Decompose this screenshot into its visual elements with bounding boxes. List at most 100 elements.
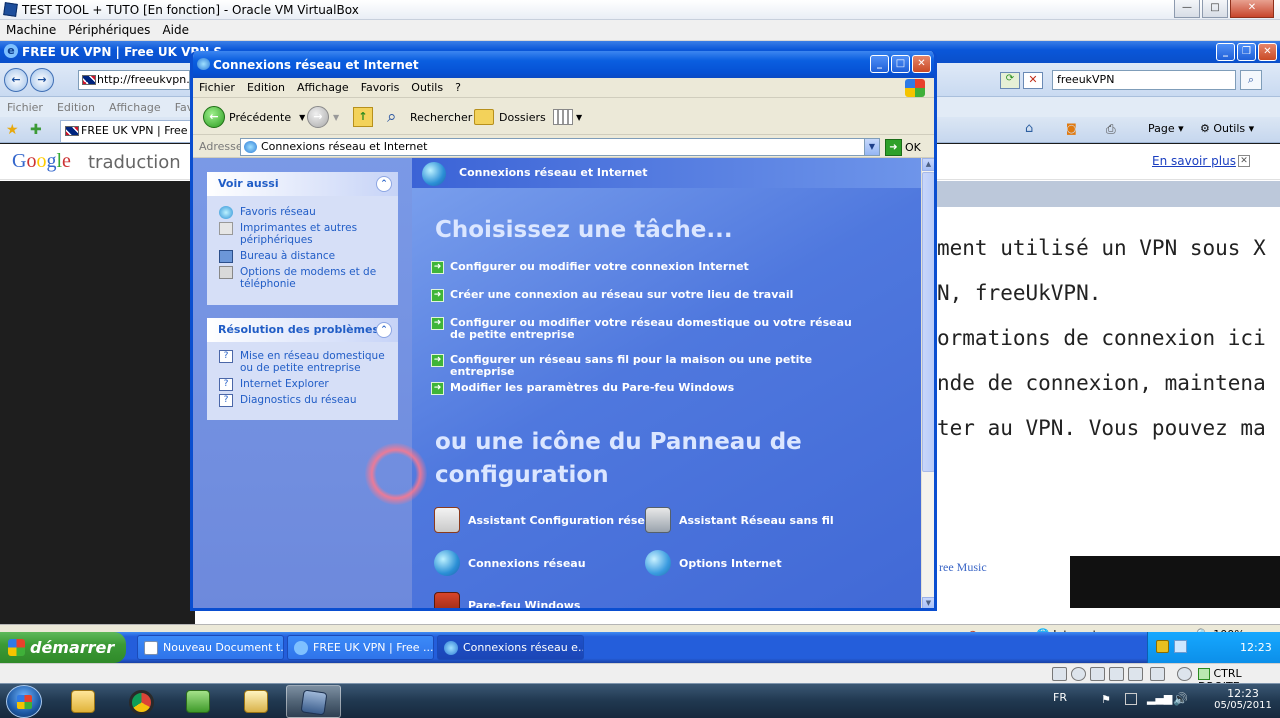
control-panel-icon[interactable]: Assistant Réseau sans fil xyxy=(645,507,834,533)
scroll-thumb[interactable] xyxy=(922,172,934,472)
rss-icon[interactable]: ◙ xyxy=(1066,122,1077,135)
explorer-menu-aide[interactable]: ? xyxy=(449,81,467,94)
control-panel-icon[interactable]: Assistant Configuration réseau xyxy=(434,507,660,533)
hard-disk-icon[interactable] xyxy=(1052,667,1067,681)
print-icon[interactable]: ⎙ xyxy=(1106,122,1116,137)
win7-app-network[interactable] xyxy=(171,685,226,718)
go-button[interactable]: ➜ OK xyxy=(885,138,921,156)
task-link[interactable]: ➜ Configurer ou modifier votre réseau do… xyxy=(431,317,861,341)
favorites-star-icon[interactable]: ★ xyxy=(6,122,19,138)
search-button[interactable]: ⌕ Rechercher xyxy=(387,105,472,129)
cd-drive-icon[interactable] xyxy=(1071,667,1086,681)
ie-minimize-button[interactable]: _ xyxy=(1216,43,1235,61)
troubleshoot-item[interactable]: ? Mise en réseau domestique ou de petite… xyxy=(207,350,398,374)
ie-back-icon[interactable]: ← xyxy=(4,68,28,92)
collapse-chevron-icon[interactable]: ⌃ xyxy=(376,176,392,192)
stop-icon[interactable]: ✕ xyxy=(1023,72,1043,89)
display-icon[interactable] xyxy=(1150,667,1165,681)
explorer-scrollbar[interactable]: ▲ ▼ xyxy=(921,158,934,608)
task-link[interactable]: ➜ Configurer un réseau sans fil pour la … xyxy=(431,354,861,378)
explorer-menu-fichier[interactable]: Fichier xyxy=(193,81,241,94)
win7-clock[interactable]: 12:23 05/05/2011 xyxy=(1213,687,1273,711)
control-panel-icon[interactable]: Connexions réseau xyxy=(434,550,586,576)
back-dropdown-icon[interactable]: ▼ xyxy=(299,113,305,122)
close-icon[interactable]: ✕ xyxy=(1238,155,1250,167)
en-savoir-plus-link[interactable]: En savoir plus xyxy=(1152,154,1236,168)
explorer-close-button[interactable]: ✕ xyxy=(912,55,931,73)
ie-search-input[interactable]: freeukVPN xyxy=(1052,70,1236,90)
taskbar-item-ie[interactable]: FREE UK VPN | Free ... xyxy=(287,635,434,660)
taskbar-item-notepad[interactable]: Nouveau Document t... xyxy=(137,635,284,660)
ie-close-button[interactable]: ✕ xyxy=(1258,43,1277,61)
task-link[interactable]: ➜ Créer une connexion au réseau sur votr… xyxy=(431,289,861,302)
explorer-menu-edition[interactable]: Edition xyxy=(241,81,291,94)
menu-peripheriques[interactable]: Périphériques xyxy=(62,23,156,37)
up-folder-button[interactable]: ↑ xyxy=(353,105,373,129)
explorer-menu-outils[interactable]: Outils xyxy=(405,81,449,94)
network-tray-icon[interactable] xyxy=(1174,640,1187,653)
address-dropdown-icon[interactable]: ▼ xyxy=(864,139,879,155)
task-link[interactable]: ➜ Configurer ou modifier votre connexion… xyxy=(431,261,861,274)
explorer-menu-favoris[interactable]: Favoris xyxy=(355,81,406,94)
maximize-button[interactable]: □ xyxy=(1202,0,1228,18)
forward-button[interactable]: → ▼ xyxy=(307,105,339,129)
signal-tray-icon[interactable]: ▂▄▆ xyxy=(1147,692,1172,705)
troubleshoot-item[interactable]: ? Internet Explorer xyxy=(207,378,398,391)
ie-forward-icon[interactable]: → xyxy=(30,68,54,92)
back-button[interactable]: ← Précédente ▼ xyxy=(203,105,305,129)
explorer-minimize-button[interactable]: _ xyxy=(870,55,889,73)
win7-app-explorer[interactable] xyxy=(56,685,111,718)
see-also-header[interactable]: Voir aussi ⌃ xyxy=(207,172,398,196)
menu-aide[interactable]: Aide xyxy=(156,23,195,37)
search-icon[interactable]: ⌕ xyxy=(1240,70,1262,90)
add-favorite-icon[interactable]: ✚ xyxy=(30,122,42,138)
win7-language-indicator[interactable]: FR xyxy=(1053,691,1067,704)
page-menu[interactable]: Page ▾ xyxy=(1148,122,1184,135)
see-also-item[interactable]: Options de modems et de téléphonie xyxy=(207,266,398,290)
ie-menu-affichage[interactable]: Affichage xyxy=(102,101,168,114)
ie-menu-fichier[interactable]: Fichier xyxy=(0,101,50,114)
scroll-up-arrow-icon[interactable]: ▲ xyxy=(922,158,934,171)
vbox-title-bar[interactable]: TEST TOOL + TUTO [En fonction] - Oracle … xyxy=(0,0,1280,20)
win7-app-virtualbox[interactable] xyxy=(286,685,341,718)
ie-menu-edition[interactable]: Edition xyxy=(50,101,102,114)
start-button[interactable]: démarrer xyxy=(0,632,126,663)
flag-tray-icon[interactable]: ⚑ xyxy=(1101,693,1111,706)
see-also-item[interactable]: Bureau à distance xyxy=(207,250,398,263)
close-button[interactable]: ✕ xyxy=(1230,0,1274,18)
task-link[interactable]: ➜ Modifier les paramètres du Pare-feu Wi… xyxy=(431,382,861,395)
explorer-title-bar[interactable]: Connexions réseau et Internet _ □ ✕ xyxy=(193,51,934,78)
folders-button[interactable]: Dossiers xyxy=(474,105,546,129)
security-shield-icon[interactable] xyxy=(1156,640,1169,653)
free-music-link[interactable]: ree Music xyxy=(939,560,987,575)
network-adapter-icon[interactable] xyxy=(1128,667,1143,681)
explorer-menu-affichage[interactable]: Affichage xyxy=(291,81,355,94)
menu-machine[interactable]: Machine xyxy=(0,23,62,37)
tray-app-icon[interactable] xyxy=(1125,693,1137,705)
volume-icon[interactable]: 🔊 xyxy=(1173,692,1188,706)
troubleshoot-header[interactable]: Résolution des problèmes ⌃ xyxy=(207,318,398,342)
taskbar-item-explorer[interactable]: Connexions réseau e... xyxy=(437,635,584,660)
win7-start-orb[interactable] xyxy=(6,685,42,718)
control-panel-icon[interactable]: Options Internet xyxy=(645,550,782,576)
shared-folders-icon[interactable] xyxy=(1109,667,1124,681)
views-button[interactable]: ▼ xyxy=(553,105,582,129)
troubleshoot-item[interactable]: ? Diagnostics du réseau xyxy=(207,394,398,407)
ie-address-bar[interactable]: http://freeukvpn.co xyxy=(78,70,190,90)
see-also-item[interactable]: Imprimantes et autres périphériques xyxy=(207,222,398,246)
ie-tab-freeukvpn[interactable]: FREE UK VPN | Free UK V xyxy=(60,120,195,142)
see-also-item[interactable]: Favoris réseau xyxy=(207,206,398,219)
scroll-down-arrow-icon[interactable]: ▼ xyxy=(922,597,934,608)
win7-app-files[interactable] xyxy=(229,685,284,718)
control-panel-icon[interactable]: Pare-feu Windows xyxy=(434,592,580,608)
win7-app-chrome[interactable] xyxy=(114,685,169,718)
tools-menu[interactable]: ⚙ Outils ▾ xyxy=(1200,122,1254,135)
refresh-icon[interactable]: ⟳ xyxy=(1000,72,1020,89)
usb-icon[interactable] xyxy=(1090,667,1105,681)
explorer-maximize-button[interactable]: □ xyxy=(891,55,910,73)
collapse-chevron-icon[interactable]: ⌃ xyxy=(376,322,392,338)
minimize-button[interactable]: — xyxy=(1174,0,1200,18)
address-input[interactable]: Connexions réseau et Internet ▼ xyxy=(240,138,880,156)
ie-maximize-button[interactable]: ❐ xyxy=(1237,43,1256,61)
mouse-integration-icon[interactable] xyxy=(1177,667,1192,681)
